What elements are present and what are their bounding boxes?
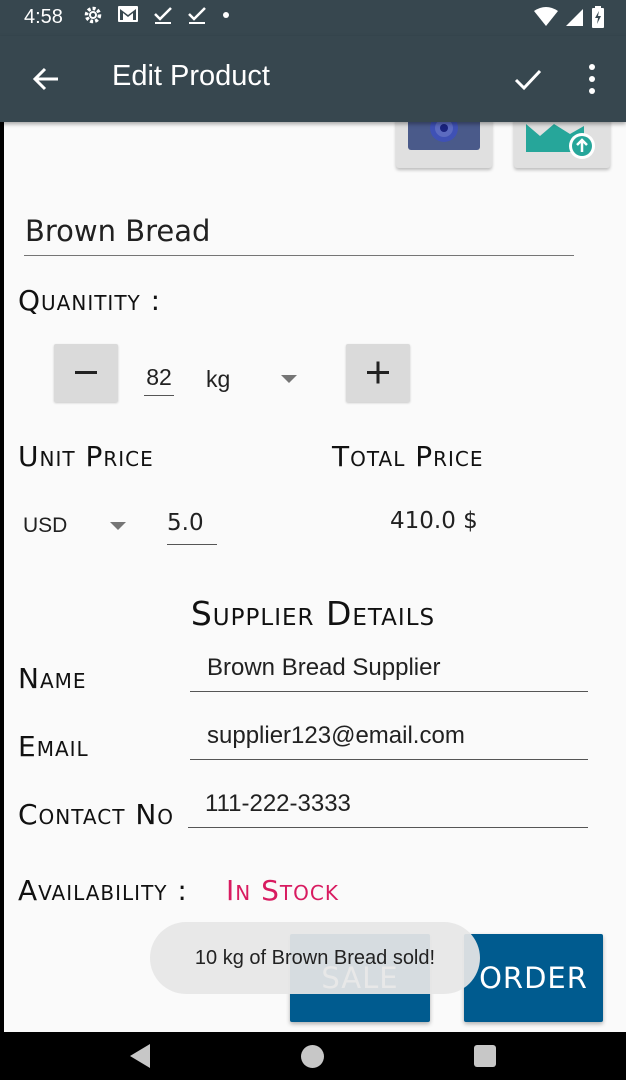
more-options-icon[interactable]: [584, 61, 600, 97]
page-title: Edit Product: [112, 60, 270, 92]
order-button[interactable]: ORDER: [464, 934, 603, 1022]
signal-icon: [566, 9, 583, 26]
settings-icon: [84, 6, 102, 24]
minus-icon: [75, 371, 97, 374]
unit-dropdown-caret-icon[interactable]: [281, 375, 297, 383]
gmail-icon: [118, 6, 138, 22]
supplier-contact-input[interactable]: 111-222-3333: [188, 782, 588, 828]
supplier-name-label: Name: [18, 662, 87, 695]
increase-quantity-button[interactable]: [346, 344, 410, 402]
supplier-email-label: Email: [18, 730, 89, 763]
system-navigation-bar: [0, 1032, 626, 1080]
nav-home-icon[interactable]: [301, 1045, 324, 1068]
status-bar: 4:58: [0, 0, 626, 36]
nav-recents-icon[interactable]: [474, 1045, 496, 1067]
supplier-name-input[interactable]: Brown Bread Supplier: [190, 646, 588, 692]
total-price-label: Total Price: [332, 440, 484, 473]
wifi-icon: [534, 7, 558, 26]
task-done-icon: [188, 7, 206, 24]
camera-icon: [408, 122, 480, 150]
image-upload-icon: [526, 122, 595, 159]
quantity-input[interactable]: 82: [144, 364, 174, 396]
unit-price-input[interactable]: 5.0: [167, 510, 217, 545]
dot-icon: [223, 12, 229, 18]
currency-dropdown[interactable]: USD: [23, 514, 67, 538]
nav-back-icon[interactable]: [128, 1043, 152, 1069]
save-check-icon[interactable]: [512, 63, 544, 95]
quantity-label: Quanitity :: [18, 284, 162, 317]
app-bar: Edit Product: [0, 36, 626, 122]
decrease-quantity-button[interactable]: [54, 344, 118, 402]
unit-dropdown[interactable]: kg: [206, 366, 230, 393]
camera-button[interactable]: [396, 122, 492, 168]
battery-charging-icon: [592, 6, 604, 28]
task-done-icon: [154, 7, 172, 24]
total-price-value: 410.0 $: [390, 508, 478, 534]
status-time: 4:58: [24, 6, 63, 28]
product-name-input[interactable]: Brown Bread: [24, 214, 574, 256]
supplier-details-heading: Supplier Details: [190, 594, 436, 633]
availability-label: Availability :: [18, 874, 188, 907]
system-icons: [534, 6, 604, 28]
back-arrow-icon[interactable]: [30, 63, 62, 95]
availability-status: In Stock: [226, 874, 339, 907]
gallery-upload-button[interactable]: [514, 122, 610, 168]
currency-dropdown-caret-icon[interactable]: [110, 522, 126, 530]
plus-icon: [367, 361, 389, 384]
toast-message: 10 kg of Brown Bread sold!: [150, 922, 480, 994]
notification-icons: [83, 5, 231, 25]
edit-product-form: Brown Bread Quanitity : 82 kg Unit Price…: [4, 122, 626, 1032]
supplier-email-input[interactable]: supplier123@email.com: [190, 714, 588, 760]
supplier-contact-label: Contact No: [18, 798, 175, 831]
unit-price-label: Unit Price: [18, 440, 154, 473]
